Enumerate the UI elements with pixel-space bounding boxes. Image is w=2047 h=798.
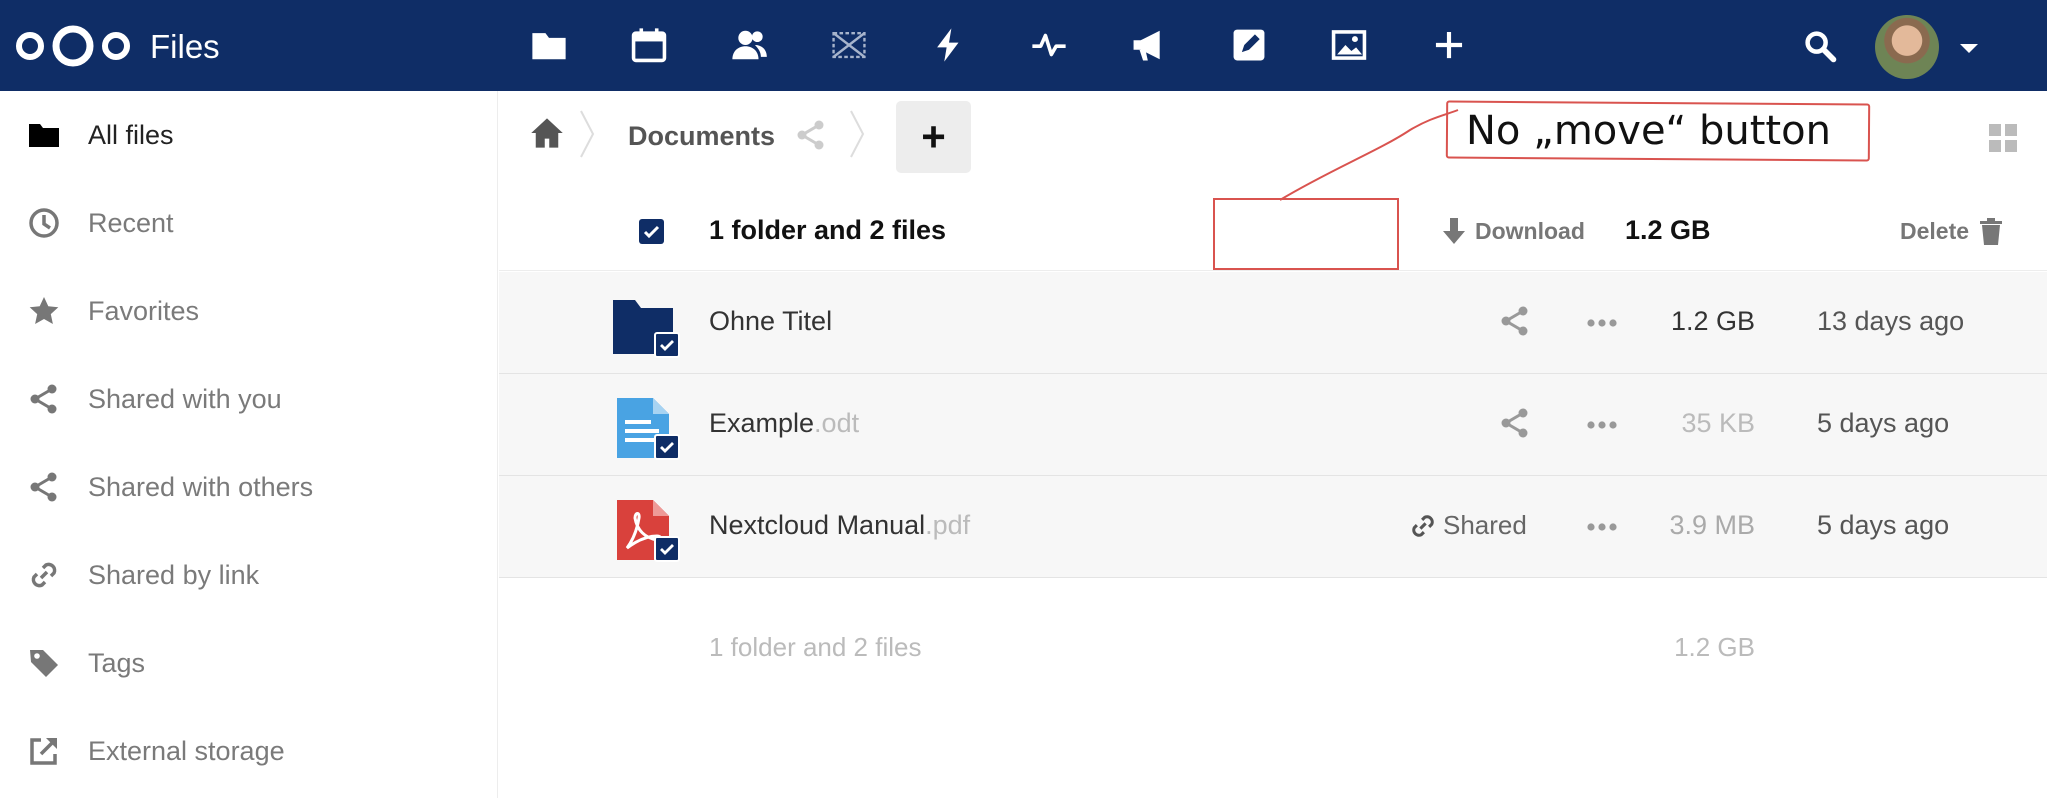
external-link-icon [27, 734, 61, 768]
footer-summary: 1 folder and 2 files [709, 632, 922, 662]
row-checkbox[interactable] [654, 536, 680, 562]
chevron-right-icon [850, 110, 865, 158]
shared-indicator[interactable]: Shared [1409, 510, 1527, 541]
contacts-icon[interactable] [726, 22, 772, 68]
chevron-right-icon [580, 110, 595, 158]
delete-label: Delete [1900, 217, 1970, 244]
share-icon[interactable] [795, 119, 827, 151]
sidebar-item-label: Shared with you [88, 383, 282, 414]
row-checkbox[interactable] [654, 332, 680, 358]
annotation-label: No „move“ button [1466, 108, 1831, 154]
file-row[interactable]: Nextcloud Manual.pdf Shared 3.9 MB 5 day… [499, 476, 2047, 578]
caret-down-icon[interactable] [1960, 44, 1978, 53]
activity-bolt-icon[interactable] [926, 22, 972, 68]
sidebar-item-label: Favorites [88, 295, 200, 326]
user-avatar[interactable] [1875, 15, 1939, 79]
home-icon[interactable] [529, 115, 565, 151]
folder-icon [27, 118, 61, 152]
sidebar-item-label: External storage [88, 735, 285, 766]
files-icon[interactable] [526, 22, 572, 68]
shared-label: Shared [1443, 510, 1527, 540]
sidebar-item-label: Recent [88, 207, 174, 238]
file-name[interactable]: Nextcloud Manual.pdf [709, 510, 970, 541]
sidebar-item-shared-with-others[interactable]: Shared with others [0, 443, 498, 531]
clock-icon [27, 206, 61, 240]
file-name[interactable]: Example.odt [709, 408, 859, 439]
sidebar-item-recent[interactable]: Recent [0, 179, 498, 267]
sidebar-item-all-files[interactable]: All files [0, 91, 498, 179]
share-icon [27, 470, 61, 504]
download-arrow-icon [1443, 218, 1465, 244]
select-all-checkbox[interactable] [639, 219, 664, 244]
sidebar-item-favorites[interactable]: Favorites [0, 267, 498, 355]
file-size: 3.9 MB [1669, 510, 1755, 540]
sidebar-item-shared-by-link[interactable]: Shared by link [0, 531, 498, 619]
notes-edit-icon[interactable] [1226, 22, 1272, 68]
selection-summary: 1 folder and 2 files [709, 215, 947, 245]
more-options-icon[interactable] [1587, 420, 1617, 430]
announcement-icon[interactable] [1126, 22, 1172, 68]
link-icon [27, 558, 61, 592]
share-icon[interactable] [1499, 305, 1531, 337]
file-modified: 5 days ago [1817, 408, 1950, 438]
file-size: 35 KB [1681, 408, 1755, 438]
sidebar-item-label: All files [88, 119, 174, 150]
grid-view-icon[interactable] [1988, 123, 2018, 153]
new-file-button[interactable]: + [896, 101, 971, 173]
sidebar-item-tags[interactable]: Tags [0, 619, 498, 707]
calendar-icon[interactable] [626, 22, 672, 68]
file-size: 1.2 GB [1670, 306, 1755, 336]
file-name[interactable]: Ohne Titel [709, 306, 832, 337]
sidebar-navigation: All files Recent Favorites Shared with y… [0, 91, 498, 798]
more-options-icon[interactable] [1587, 318, 1617, 328]
top-header: Files [0, 0, 2047, 91]
trash-icon [1980, 218, 2003, 245]
annotation-highlight-box [1213, 198, 1399, 270]
file-row[interactable]: Example.odt 35 KB 5 days ago [499, 374, 2047, 476]
link-icon [1412, 514, 1434, 537]
photos-icon[interactable] [1326, 22, 1372, 68]
download-label: Download [1475, 217, 1585, 244]
sidebar-item-external-storage[interactable]: External storage [0, 707, 498, 795]
breadcrumb-documents[interactable]: Documents [628, 121, 775, 152]
sidebar-item-label: Shared with others [88, 471, 314, 502]
nextcloud-logo[interactable] [14, 24, 132, 68]
more-options-icon[interactable] [1587, 522, 1617, 532]
more-apps-plus-icon[interactable] [1426, 22, 1472, 68]
file-modified: 13 days ago [1817, 306, 1965, 336]
gallery-crossed-icon[interactable] [826, 22, 872, 68]
sidebar-item-label: Tags [88, 647, 146, 678]
star-icon [27, 294, 61, 328]
file-row[interactable]: Ohne Titel 1.2 GB 13 days ago [499, 272, 2047, 374]
download-button[interactable]: Download [1441, 213, 1585, 249]
search-icon[interactable] [1802, 28, 1838, 64]
row-checkbox[interactable] [654, 434, 680, 460]
sidebar-item-label: Shared by link [88, 559, 260, 590]
selection-size: 1.2 GB [1625, 215, 1711, 245]
tag-icon [27, 646, 61, 680]
footer-size: 1.2 GB [1674, 632, 1755, 662]
app-title: Files [150, 28, 220, 65]
delete-button[interactable]: Delete [1900, 213, 2003, 249]
share-icon[interactable] [1499, 407, 1531, 439]
share-icon [27, 382, 61, 416]
sidebar-item-shared-with-you[interactable]: Shared with you [0, 355, 498, 443]
monitoring-icon[interactable] [1026, 22, 1072, 68]
file-modified: 5 days ago [1817, 510, 1950, 540]
